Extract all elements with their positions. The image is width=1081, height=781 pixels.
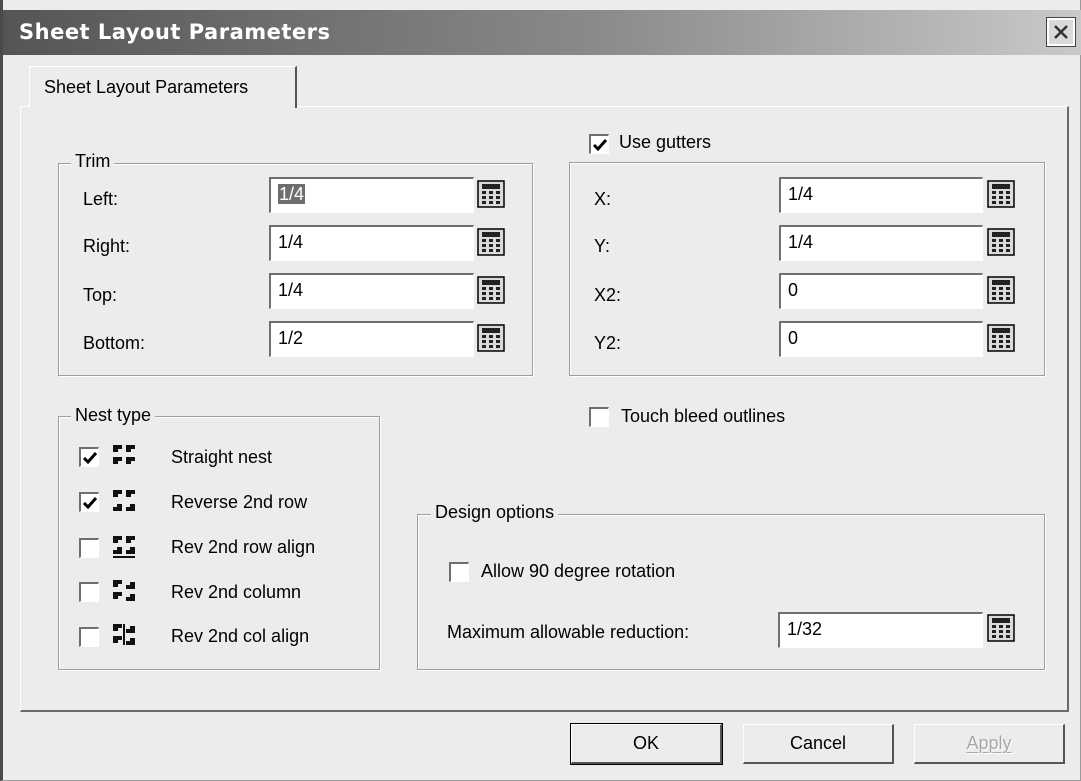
rev-2nd-column-checkbox[interactable] <box>79 582 99 602</box>
apply-button[interactable]: Apply <box>914 724 1065 764</box>
calculator-icon[interactable] <box>987 180 1015 208</box>
trim-right-input[interactable]: 1/4 <box>269 225 474 261</box>
gutter-y2-label: Y2: <box>594 333 622 353</box>
gutter-x2-label: X2: <box>594 285 622 305</box>
ok-button[interactable]: OK <box>570 723 723 765</box>
gutter-x-input[interactable]: 1/4 <box>779 177 983 213</box>
title-bar[interactable]: Sheet Layout Parameters <box>3 10 1081 55</box>
rev-2nd-column-icon <box>113 580 135 601</box>
calculator-icon[interactable] <box>987 276 1015 304</box>
tab-sheet-layout-parameters[interactable]: Sheet Layout Parameters <box>29 66 297 108</box>
reverse-2nd-row-checkbox[interactable] <box>79 492 99 512</box>
window-title: Sheet Layout Parameters <box>19 20 331 44</box>
trim-bottom-input[interactable]: 1/2 <box>269 321 474 357</box>
trim-right-label: Right: <box>83 236 131 256</box>
straight-nest-label: Straight nest <box>171 447 273 467</box>
gutter-x-label: X: <box>594 189 612 209</box>
close-button[interactable] <box>1046 17 1076 47</box>
calculator-icon[interactable] <box>987 614 1015 642</box>
rev-2nd-row-align-label: Rev 2nd row align <box>171 537 316 557</box>
gutter-y-label: Y: <box>594 236 611 256</box>
reverse-2nd-row-icon <box>113 490 135 511</box>
rev-2nd-col-align-checkbox[interactable] <box>79 627 99 647</box>
touch-bleed-outlines-label: Touch bleed outlines <box>621 406 786 426</box>
gutter-x2-input[interactable]: 0 <box>779 273 983 309</box>
rev-2nd-col-align-label: Rev 2nd col align <box>171 626 310 646</box>
calculator-icon[interactable] <box>477 276 505 304</box>
touch-bleed-outlines-checkbox[interactable] <box>589 407 609 427</box>
gutter-y-input[interactable]: 1/4 <box>779 225 983 261</box>
straight-nest-icon <box>113 445 135 464</box>
max-reduction-label: Maximum allowable reduction: <box>447 622 690 642</box>
trim-legend: Trim <box>71 151 115 172</box>
calculator-icon[interactable] <box>987 324 1015 352</box>
trim-left-input[interactable]: 1/4 <box>269 177 474 213</box>
reverse-2nd-row-label: Reverse 2nd row <box>171 492 308 512</box>
apply-label: Apply <box>966 733 1012 753</box>
calculator-icon[interactable] <box>477 228 505 256</box>
dialog-window: Sheet Layout Parameters Sheet Layout Par… <box>0 0 1081 781</box>
rev-2nd-column-label: Rev 2nd column <box>171 582 302 602</box>
cancel-button[interactable]: Cancel <box>743 724 894 764</box>
checkmark-icon <box>592 139 608 152</box>
straight-nest-checkbox[interactable] <box>79 447 99 467</box>
trim-top-input[interactable]: 1/4 <box>269 273 474 309</box>
use-gutters-checkbox[interactable] <box>589 134 609 154</box>
calculator-icon[interactable] <box>477 324 505 352</box>
close-icon <box>1054 25 1068 39</box>
calculator-icon[interactable] <box>987 228 1015 256</box>
tab-label: Sheet Layout Parameters <box>44 77 249 97</box>
rev-2nd-col-align-icon <box>113 624 135 645</box>
rev-2nd-row-align-checkbox[interactable] <box>79 538 99 558</box>
trim-top-label: Top: <box>83 285 118 305</box>
nest-type-legend: Nest type <box>71 405 156 426</box>
gutter-y2-input[interactable]: 0 <box>779 321 983 357</box>
checkmark-icon <box>82 497 98 510</box>
calculator-icon[interactable] <box>477 180 505 208</box>
use-gutters-option[interactable]: Use gutters Use gutters <box>585 132 720 156</box>
use-gutters-label: Use gutters <box>619 132 712 152</box>
trim-bottom-label: Bottom: <box>83 333 146 353</box>
allow-rotation-label: Allow 90 degree rotation <box>481 561 676 581</box>
checkmark-icon <box>82 452 98 465</box>
max-reduction-input[interactable]: 1/32 <box>778 612 983 648</box>
rev-2nd-row-align-icon <box>113 536 135 558</box>
trim-left-label: Left: <box>83 189 119 209</box>
allow-rotation-checkbox[interactable] <box>449 562 469 582</box>
design-options-legend: Design options <box>431 502 559 523</box>
